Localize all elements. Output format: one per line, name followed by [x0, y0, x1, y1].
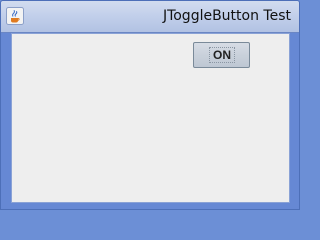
java-cup-icon[interactable] — [6, 7, 24, 25]
toggle-button-label: ON — [209, 47, 235, 63]
window-title: JToggleButton Test — [162, 8, 291, 24]
on-toggle-button[interactable]: ON — [193, 42, 250, 68]
window-titlebar[interactable]: JToggleButton Test — [1, 1, 299, 33]
application-window: JToggleButton Test ON — [0, 0, 300, 210]
content-pane: ON — [11, 33, 290, 203]
